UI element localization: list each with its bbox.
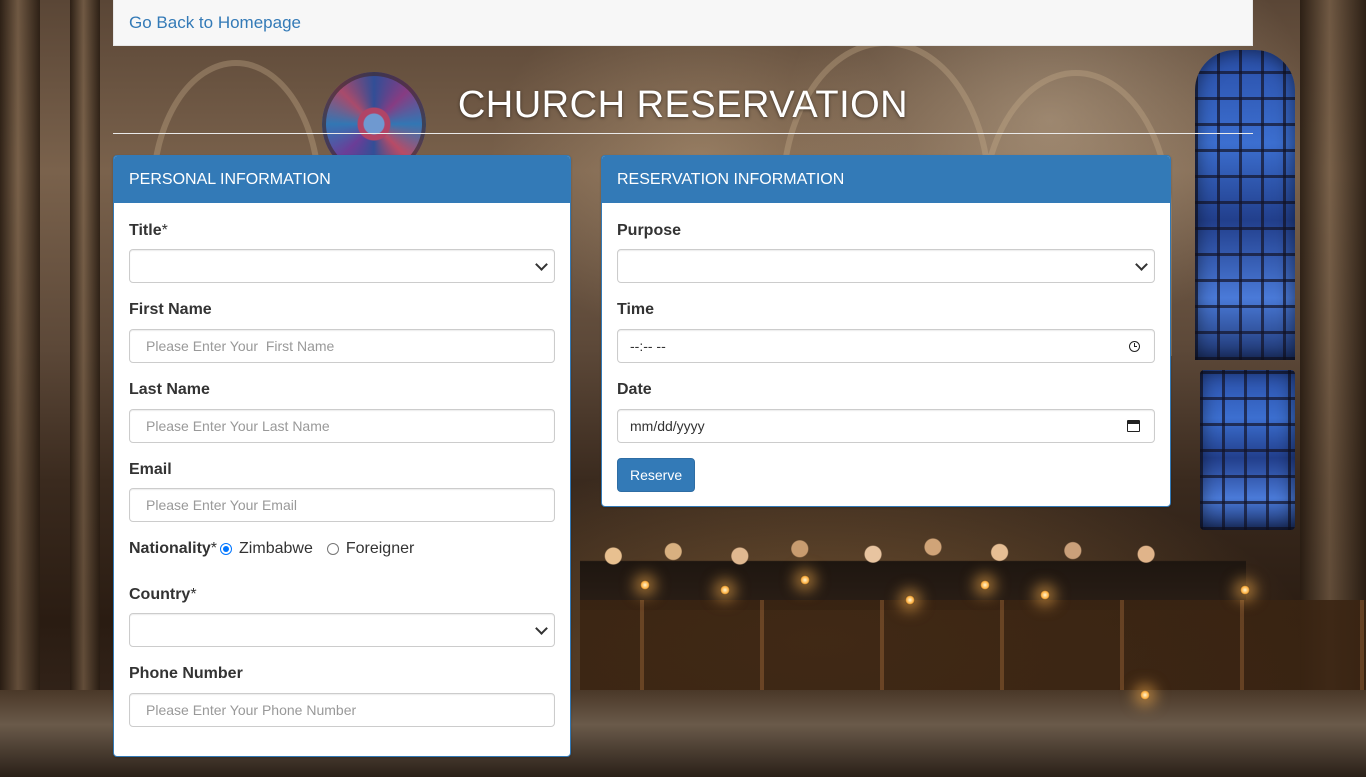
reservation-information-heading: RESERVATION INFORMATION bbox=[602, 156, 1170, 203]
phone-number-input[interactable]: Please Enter Your Phone Number bbox=[129, 693, 555, 727]
page-title: CHURCH RESERVATION bbox=[457, 84, 909, 126]
nationality-foreigner-radio[interactable] bbox=[326, 543, 339, 555]
chevron-down-icon bbox=[1135, 257, 1148, 271]
page-container: Go Back to Homepage CHURCH RESERVATION P… bbox=[113, 0, 1253, 757]
phone-number-label: Phone Number bbox=[129, 665, 243, 682]
country-select[interactable] bbox=[129, 613, 555, 647]
back-to-homepage-link[interactable]: Go Back to Homepage bbox=[129, 13, 301, 33]
first-name-placeholder: Please Enter Your First Name bbox=[146, 338, 335, 354]
nationality-group: Nationality* Zimbabwe Foreigner bbox=[129, 540, 420, 558]
nationality-label-text: Nationality bbox=[129, 540, 211, 557]
date-input-value: mm/dd/yyyy bbox=[630, 418, 705, 434]
reservation-information-panel: RESERVATION INFORMATION Purpose Time --:… bbox=[601, 155, 1171, 507]
first-name-input[interactable]: Please Enter Your First Name bbox=[129, 329, 555, 363]
email-placeholder: Please Enter Your Email bbox=[146, 497, 297, 513]
time-label: Time bbox=[617, 301, 655, 318]
personal-information-panel: PERSONAL INFORMATION Title* First Name P… bbox=[113, 155, 571, 757]
title-divider bbox=[113, 133, 1253, 134]
nationality-zimbabwe-label[interactable]: Zimbabwe bbox=[239, 540, 313, 558]
first-name-label: First Name bbox=[129, 301, 212, 318]
time-input[interactable]: --:-- -- bbox=[617, 329, 1155, 363]
time-input-value: --:-- -- bbox=[630, 338, 666, 354]
last-name-placeholder: Please Enter Your Last Name bbox=[146, 418, 330, 434]
top-navbar: Go Back to Homepage bbox=[113, 0, 1253, 46]
required-mark: * bbox=[161, 222, 168, 239]
purpose-label: Purpose bbox=[617, 222, 682, 239]
email-label: Email bbox=[129, 461, 172, 478]
nationality-foreigner-label[interactable]: Foreigner bbox=[346, 540, 414, 558]
phone-number-placeholder: Please Enter Your Phone Number bbox=[146, 702, 357, 718]
title-label: Title* bbox=[129, 222, 168, 240]
clock-icon[interactable] bbox=[1129, 340, 1140, 352]
title-label-text: Title bbox=[129, 222, 162, 239]
date-input[interactable]: mm/dd/yyyy bbox=[617, 409, 1155, 443]
chevron-down-icon bbox=[535, 621, 548, 635]
email-input[interactable]: Please Enter Your Email bbox=[129, 488, 555, 522]
chevron-down-icon bbox=[535, 257, 548, 271]
last-name-label: Last Name bbox=[129, 381, 210, 398]
last-name-input[interactable]: Please Enter Your Last Name bbox=[129, 409, 555, 443]
country-label: Country* bbox=[129, 586, 197, 604]
country-label-text: Country bbox=[129, 586, 191, 603]
nationality-zimbabwe-radio[interactable] bbox=[220, 543, 233, 555]
personal-information-heading: PERSONAL INFORMATION bbox=[114, 156, 570, 203]
date-label: Date bbox=[617, 381, 652, 398]
required-mark: * bbox=[210, 540, 218, 557]
reserve-button[interactable]: Reserve bbox=[617, 458, 696, 492]
purpose-select[interactable] bbox=[617, 249, 1155, 283]
nationality-label: Nationality* bbox=[129, 540, 217, 558]
title-select[interactable] bbox=[129, 249, 555, 283]
calendar-icon[interactable] bbox=[1127, 420, 1140, 432]
required-mark: * bbox=[190, 586, 197, 603]
